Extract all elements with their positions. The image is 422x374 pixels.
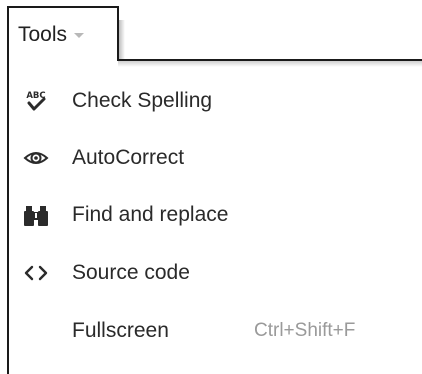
menu-item-label: Find and replace bbox=[72, 203, 229, 226]
panel-shadow bbox=[118, 61, 422, 67]
eye-icon bbox=[23, 145, 49, 171]
menu-item-label: Source code bbox=[72, 261, 190, 284]
tools-menu-screen: Tools ABC Check Spelling AutoCorrect Fin… bbox=[0, 0, 422, 374]
menu-item-autocorrect[interactable]: AutoCorrect bbox=[9, 136, 419, 180]
menu-item-find-and-replace[interactable]: Find and replace bbox=[9, 193, 419, 237]
code-icon bbox=[23, 260, 49, 286]
tools-menu-label: Tools bbox=[18, 22, 68, 46]
chevron-down-icon bbox=[74, 32, 85, 38]
menu-item-shortcut: Ctrl+Shift+F bbox=[254, 320, 356, 341]
tools-menu-button[interactable]: Tools bbox=[7, 6, 119, 61]
menu-item-label: AutoCorrect bbox=[72, 146, 185, 169]
tab-seam bbox=[9, 57, 117, 63]
spellcheck-icon: ABC bbox=[23, 88, 49, 114]
tab-shadow bbox=[119, 20, 125, 60]
menu-item-check-spelling[interactable]: ABC Check Spelling bbox=[9, 79, 419, 123]
menu-item-label: Check Spelling bbox=[72, 89, 213, 112]
menu-item-fullscreen[interactable]: Fullscreen Ctrl+Shift+F bbox=[9, 309, 419, 353]
menu-item-label: Fullscreen bbox=[72, 319, 169, 342]
binoculars-icon bbox=[23, 202, 49, 228]
menu-item-source-code[interactable]: Source code bbox=[9, 251, 419, 295]
